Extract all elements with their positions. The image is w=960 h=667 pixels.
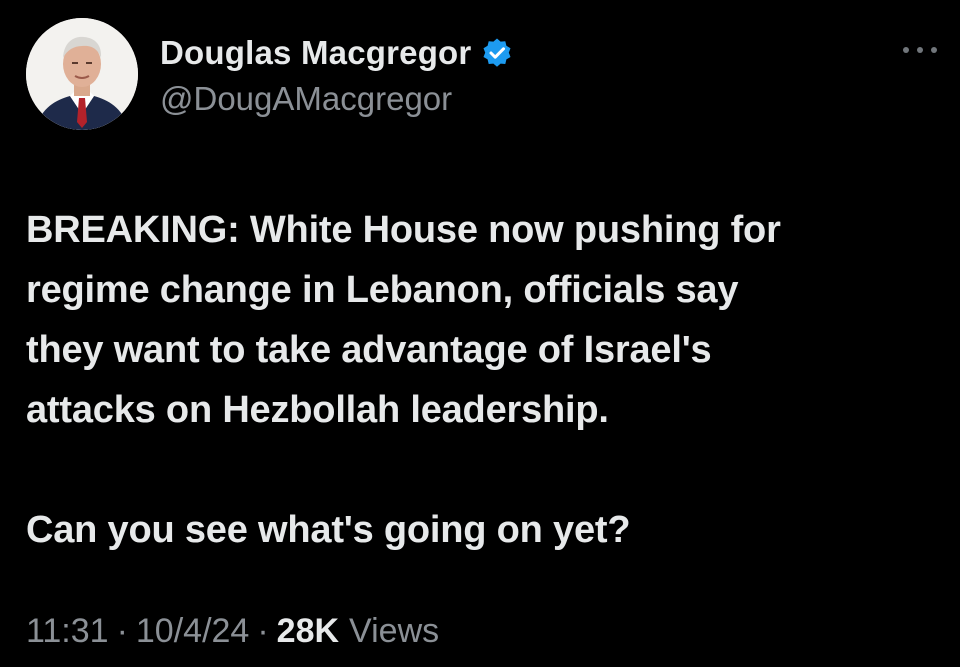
tweet-card: Douglas Macgregor @DougAMacgregor BREAKI… [0,0,960,667]
tweet-date[interactable]: 10/4/24 [136,612,249,651]
tweet-time[interactable]: 11:31 [26,612,109,651]
views-count: 28K [276,612,340,650]
more-options-icon[interactable] [898,40,942,60]
meta-separator: · [116,612,128,650]
meta-separator: · [257,612,269,650]
author-name-row: Douglas Macgregor [160,34,513,72]
tweet-meta: 11:31 · 10/4/24 · 28K Views [26,612,439,651]
author-display-name[interactable]: Douglas Macgregor [160,34,471,72]
tweet-paragraph: BREAKING: White House now pushing for re… [26,209,781,431]
author-handle[interactable]: @DougAMacgregor [160,80,452,118]
tweet-text: BREAKING: White House now pushing for re… [26,200,936,560]
avatar[interactable] [26,18,138,130]
tweet-paragraph: Can you see what's going on yet? [26,509,631,551]
views-label: Views [349,612,440,650]
profile-photo-icon [26,18,138,130]
verified-badge-icon[interactable] [481,37,513,69]
